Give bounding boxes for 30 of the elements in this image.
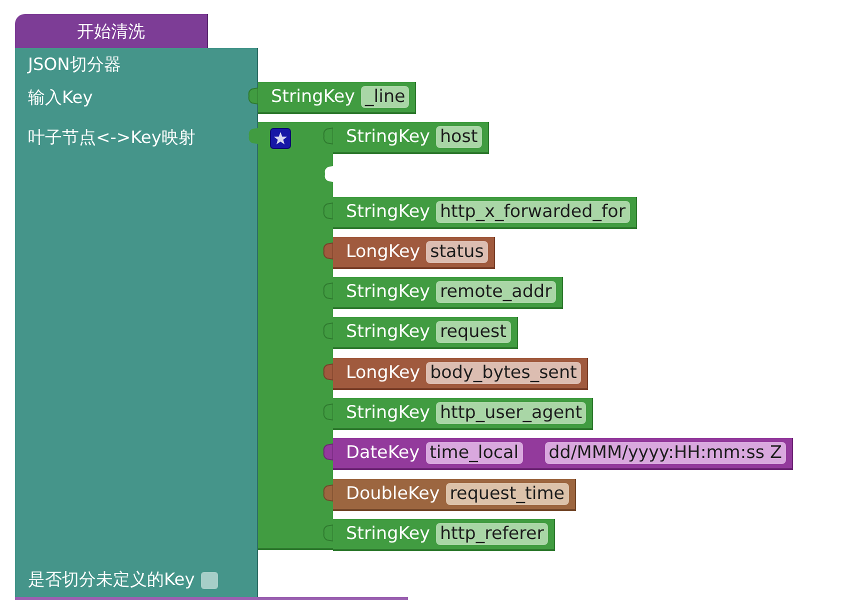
key-name-field[interactable]: time_local [426,442,523,464]
key-name-field[interactable]: http_x_forwarded_for [436,200,630,223]
block-label: StringKey [346,202,430,222]
splitter-block[interactable] [15,48,258,597]
block-title: JSON切分器 [26,55,121,75]
key-name-field[interactable]: host [436,126,482,148]
block-label: StringKey [346,322,430,342]
block-label: DoubleKey [346,484,440,504]
key-name-field[interactable]: _line [360,86,410,108]
block-label: StringKey [346,403,430,424]
block-label: StringKey [346,127,430,147]
key-name-field[interactable]: http_user_agent [436,402,586,424]
block-label: LongKey [346,362,420,383]
format-field[interactable]: dd/MMM/yyyy:HH:mm:ss Z [544,442,786,464]
key-name-field[interactable]: status [426,240,488,263]
block-label: StringKey [346,524,430,544]
key-name-field[interactable]: remote_addr [436,281,556,304]
block-label: StringKey [271,87,355,107]
empty-socket-icon[interactable] [323,164,333,184]
option-label: 是否切分未定义的Key [28,570,195,590]
key-name-field[interactable]: request_time [446,482,569,505]
input-label: 输入Key [27,88,93,108]
key-name-field[interactable]: body_bytes_sent [426,362,581,384]
block-label: StringKey [346,282,430,302]
block-label: LongKey [346,242,420,262]
block-label: DateKey [346,443,420,464]
key-name-field[interactable]: http_referer [436,522,548,545]
key-name-field[interactable]: request [436,321,510,344]
mapping-label: 叶子节点<->Key映射 [27,128,196,148]
hat-block[interactable]: 开始清洗 [15,14,208,48]
